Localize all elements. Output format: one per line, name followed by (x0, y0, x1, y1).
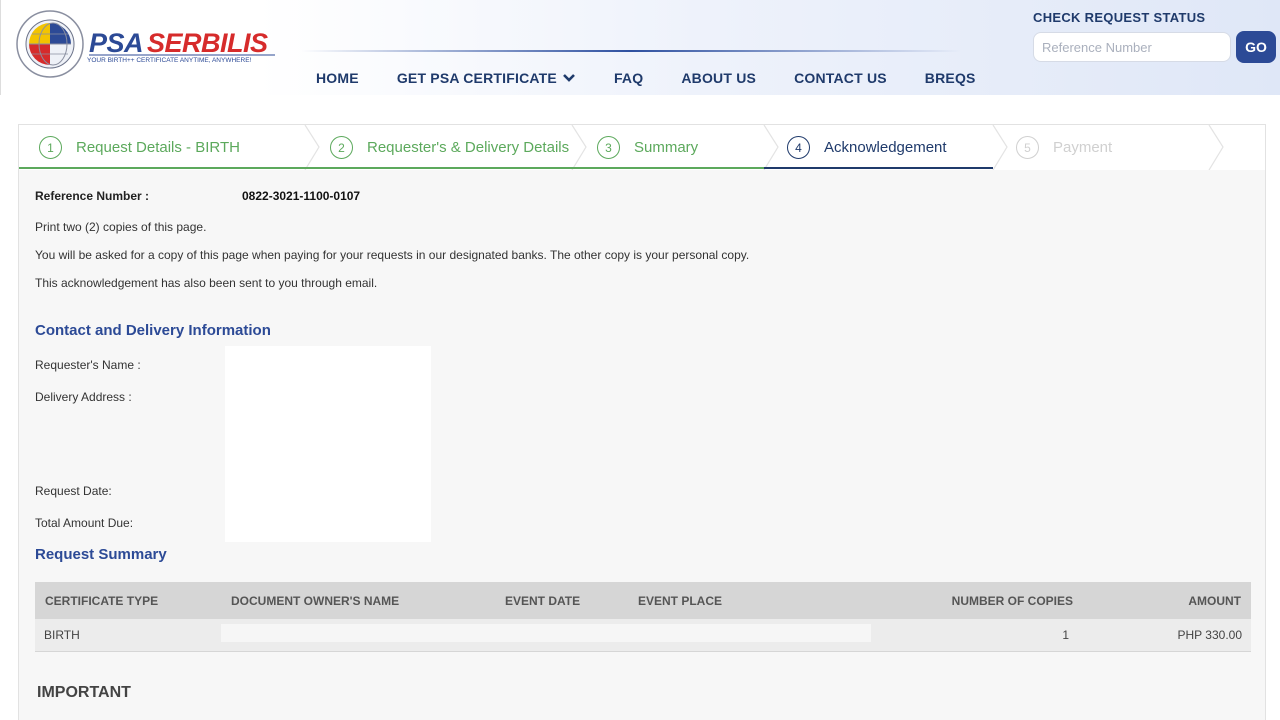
reference-number-label: Reference Number : (35, 189, 150, 203)
step-number: 5 (1016, 136, 1039, 159)
wizard-steps: 1 Request Details - BIRTH 2 Requester's … (19, 125, 1265, 170)
delivery-address-label: Delivery Address : (35, 390, 132, 404)
total-amount-due-label: Total Amount Due: (35, 516, 134, 530)
col-document-owner-name: DOCUMENT OWNER'S NAME (221, 582, 495, 619)
psa-seal-icon (16, 10, 84, 78)
cell-certificate-type: BIRTH (35, 619, 221, 652)
request-summary-title: Request Summary (35, 546, 167, 563)
psa-serbilis-logo[interactable]: PSA SERBILIS YOUR BIRTH++ CERTIFICATE AN… (15, 8, 285, 80)
nav-get-psa-certificate-label: GET PSA CERTIFICATE (396, 70, 557, 86)
nav-home[interactable]: HOME (316, 70, 359, 86)
step-acknowledgement[interactable]: 4 Acknowledgement (787, 125, 947, 170)
col-certificate-type: CERTIFICATE TYPE (35, 582, 221, 619)
nav-faq[interactable]: FAQ (614, 70, 643, 86)
reference-number-input[interactable] (1033, 32, 1231, 62)
cell-redacted-owner-info (221, 619, 919, 652)
table-header-row: CERTIFICATE TYPE DOCUMENT OWNER'S NAME E… (35, 582, 1251, 619)
check-request-status-title: CHECK REQUEST STATUS (1033, 10, 1206, 25)
step-label: Request Details - BIRTH (76, 139, 240, 156)
step-label: Requester's & Delivery Details (367, 139, 570, 156)
col-amount: AMOUNT (1087, 582, 1251, 619)
col-event-place: EVENT PLACE (628, 582, 919, 619)
go-button[interactable]: GO (1236, 31, 1276, 63)
contact-delivery-title: Contact and Delivery Information (35, 322, 271, 339)
nav-get-psa-certificate[interactable]: GET PSA CERTIFICATE (397, 70, 576, 86)
step-request-details[interactable]: 1 Request Details - BIRTH (39, 125, 240, 170)
step-label: Summary (634, 139, 699, 156)
table-row: BIRTH 1 PHP 330.00 (35, 619, 1251, 652)
step-requester-delivery[interactable]: 2 Requester's & Delivery Details (330, 125, 569, 170)
requester-name-label: Requester's Name : (35, 358, 141, 372)
step-number: 2 (330, 136, 353, 159)
request-date-label: Request Date: (35, 484, 112, 498)
redacted-owner-block (221, 624, 871, 642)
nav-breqs[interactable]: BREQS (925, 70, 976, 86)
instruction-email: This acknowledgement has also been sent … (35, 276, 378, 290)
svg-text:PSA: PSA (89, 28, 143, 58)
instruction-bank-copy: You will be asked for a copy of this pag… (35, 248, 750, 262)
step-number: 3 (597, 136, 620, 159)
step-payment: 5 Payment (1016, 125, 1112, 170)
site-header: PSA SERBILIS YOUR BIRTH++ CERTIFICATE AN… (0, 0, 1280, 95)
step-label: Payment (1053, 139, 1113, 156)
step-number: 1 (39, 136, 62, 159)
reference-number-value: 0822-3021-1100-0107 (242, 189, 361, 203)
step-label: Acknowledgement (824, 139, 947, 156)
col-event-date: EVENT DATE (495, 582, 628, 619)
nav-contact-us[interactable]: CONTACT US (794, 70, 887, 86)
steps-active-underline (764, 167, 993, 169)
steps-done-underline (19, 167, 764, 169)
acknowledgement-card: 1 Request Details - BIRTH 2 Requester's … (18, 124, 1266, 720)
nav-about-us[interactable]: ABOUT US (681, 70, 756, 86)
cell-number-of-copies: 1 (919, 619, 1087, 652)
svg-text:YOUR BIRTH++ CERTIFICATE ANYTI: YOUR BIRTH++ CERTIFICATE ANYTIME, ANYWHE… (87, 57, 252, 64)
instruction-print-copies: Print two (2) copies of this page. (35, 220, 207, 234)
request-summary-table: CERTIFICATE TYPE DOCUMENT OWNER'S NAME E… (35, 582, 1251, 652)
important-title: IMPORTANT (37, 684, 131, 701)
chevron-down-icon (563, 74, 575, 82)
col-number-of-copies: NUMBER OF COPIES (919, 582, 1087, 619)
svg-text:SERBILIS: SERBILIS (147, 28, 268, 58)
redacted-contact-details (225, 346, 431, 542)
step-number: 4 (787, 136, 810, 159)
main-nav: HOME GET PSA CERTIFICATE FAQ ABOUT US CO… (316, 70, 976, 86)
step-summary[interactable]: 3 Summary (597, 125, 698, 170)
cell-amount: PHP 330.00 (1087, 619, 1251, 652)
nav-divider (301, 50, 961, 52)
